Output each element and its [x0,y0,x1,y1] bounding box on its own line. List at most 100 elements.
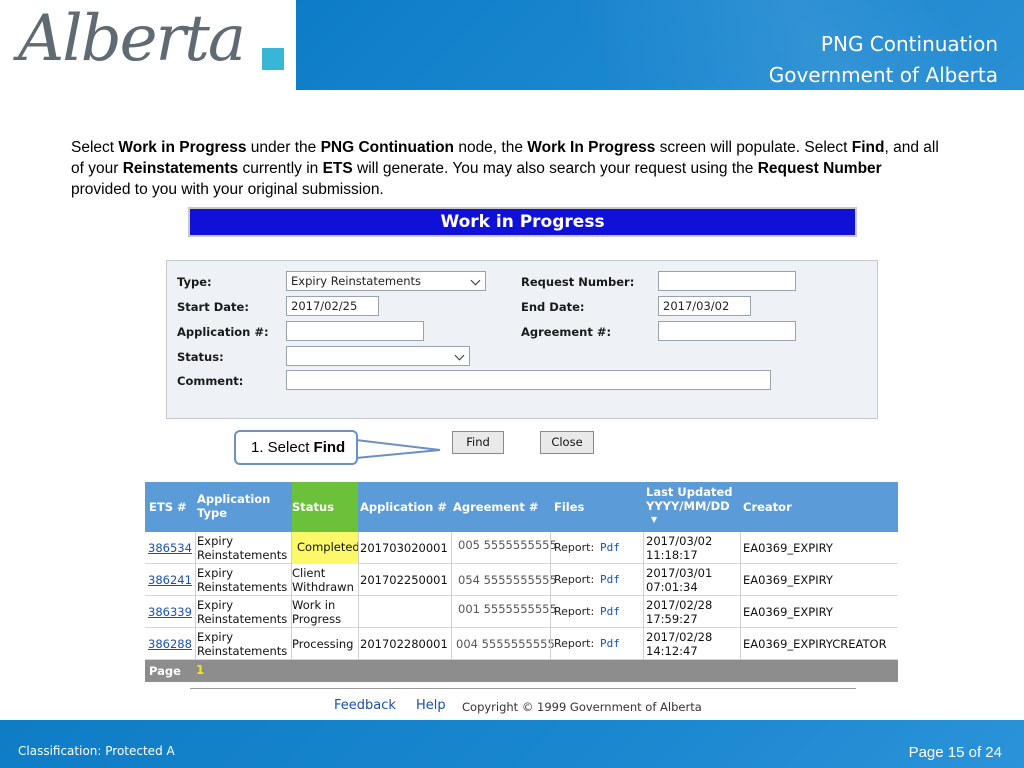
application-number-cell: 201702280001 [360,637,448,651]
intro-bold-reinstatements: Reinstatements [122,160,239,177]
application-type-cell: Expiry Reinstatements [197,566,287,594]
agreement-number-cell: 005 5555555555 [458,538,557,552]
status-cell: Client Withdrawn [292,566,354,594]
status-cell: Completed [297,540,360,554]
header-band: PNG Continuation Government of Alberta [296,0,1024,90]
last-updated-cell: 2017/03/02 11:18:17 [646,534,712,562]
comment-input[interactable] [286,370,771,390]
page-number-link[interactable]: 1 [196,663,204,677]
slide-page-number: Page 15 of 24 [908,744,1002,761]
intro-text: screen will populate. Select [655,139,852,156]
application-type-line1: Expiry [197,534,234,548]
intro-text: Select [71,139,119,156]
pdf-link[interactable]: Pdf [600,605,620,619]
alberta-logo: Alberta [18,2,246,76]
status-cell: Processing [292,637,354,651]
pdf-link[interactable]: Pdf [600,637,620,651]
application-type-cell: Expiry Reinstatements [197,630,287,658]
find-button[interactable]: Find [452,431,504,454]
table-row: 386288 Expiry Reinstatements Processing … [145,628,898,660]
application-type-cell: Expiry Reinstatements [197,598,287,626]
request-number-input[interactable] [658,271,796,291]
last-updated-cell: 2017/02/28 14:12:47 [646,630,712,658]
close-button[interactable]: Close [540,431,594,454]
application-type-line2: Reinstatements [197,548,288,562]
application-type-line2: Reinstatements [197,644,288,658]
ets-link[interactable]: 386534 [148,541,192,555]
report-label: Report: [554,573,595,586]
column-divider [195,532,196,660]
instructions-paragraph: Select Work in Progress under the PNG Co… [71,137,941,200]
column-divider [550,532,551,660]
logo-area: Alberta [0,0,296,90]
status-line2: Withdrawn [292,580,354,594]
intro-bold-find: Find [851,139,885,156]
help-link[interactable]: Help [416,698,446,713]
last-updated-time: 14:12:47 [646,644,698,658]
agreement-number-cell: 054 5555555555 [458,573,557,587]
pdf-link[interactable]: Pdf [600,541,620,555]
col-header-last-updated[interactable]: Last Updated YYYY/MM/DD ▼ [646,485,733,527]
logo-square-icon [262,48,284,70]
copyright-text: Copyright © 1999 Government of Alberta [462,700,702,714]
agreement-number-cell: 001 5555555555 [458,602,557,616]
application-type-line1: Expiry [197,566,234,580]
pdf-link[interactable]: Pdf [600,573,620,587]
table-row: 386339 Expiry Reinstatements Work in Pro… [145,596,898,628]
col-header-status[interactable]: Status [292,500,334,514]
intro-bold-work-in-progress-screen: Work In Progress [527,139,656,156]
creator-cell: EA0369_EXPIRY [743,573,833,587]
col-header-creator[interactable]: Creator [743,500,792,514]
ets-link[interactable]: 386339 [148,605,192,619]
last-updated-time: 17:59:27 [646,612,698,626]
col-header-files[interactable]: Files [554,500,584,514]
col-header-application-type-line1: Application [197,492,271,506]
status-line1: Client [292,566,326,580]
column-divider [643,532,644,660]
application-number-input[interactable] [286,321,424,341]
report-label: Report: [554,637,595,650]
intro-bold-work-in-progress: Work in Progress [118,139,247,156]
application-type-line2: Reinstatements [197,580,288,594]
ets-link[interactable]: 386241 [148,573,192,587]
report-label: Report: [554,541,595,554]
intro-text: node, the [454,139,528,156]
intro-bold-request-number: Request Number [757,160,882,177]
ets-link[interactable]: 386288 [148,637,192,651]
application-number-cell: 201702250001 [360,573,448,587]
agreement-number-input[interactable] [658,321,796,341]
last-updated-time: 11:18:17 [646,548,698,562]
comment-label: Comment: [177,374,244,388]
request-number-label: Request Number: [521,275,635,289]
table-row: 386534 Expiry Reinstatements Completed 2… [145,532,898,564]
intro-bold-ets: ETS [322,160,353,177]
last-updated-cell: 2017/03/01 07:01:34 [646,566,712,594]
status-select[interactable] [286,346,470,366]
end-date-input[interactable]: 2017/03/02 [658,296,751,316]
table-row: 386241 Expiry Reinstatements Client With… [145,564,898,596]
intro-text: currently in [238,160,323,177]
type-label: Type: [177,275,212,289]
col-header-application-number[interactable]: Application # [360,500,447,514]
col-header-ets[interactable]: ETS # [149,500,187,514]
col-header-application-type[interactable]: Application Type [197,492,270,520]
col-header-application-type-line2: Type [197,506,228,520]
application-type-line2: Reinstatements [197,612,288,626]
status-cell: Work in Progress [292,598,341,626]
intro-text: provided to you with your original submi… [71,181,384,198]
last-updated-date: 2017/03/01 [646,566,713,580]
last-updated-date: 2017/02/28 [646,598,713,612]
col-header-agreement-number[interactable]: Agreement # [453,500,539,514]
agreement-number-label: Agreement #: [521,325,612,339]
start-date-input[interactable]: 2017/02/25 [286,296,379,316]
intro-text: will generate. You may also search your … [352,160,758,177]
intro-bold-png-continuation: PNG Continuation [320,139,455,156]
report-label: Report: [554,605,595,618]
feedback-link[interactable]: Feedback [334,698,396,713]
application-number-cell: 201703020001 [360,541,448,555]
application-number-label: Application #: [177,325,269,339]
application-type-line1: Expiry [197,598,234,612]
type-select[interactable]: Expiry Reinstatements [286,271,486,291]
last-updated-time: 07:01:34 [646,580,698,594]
column-divider [451,532,452,660]
